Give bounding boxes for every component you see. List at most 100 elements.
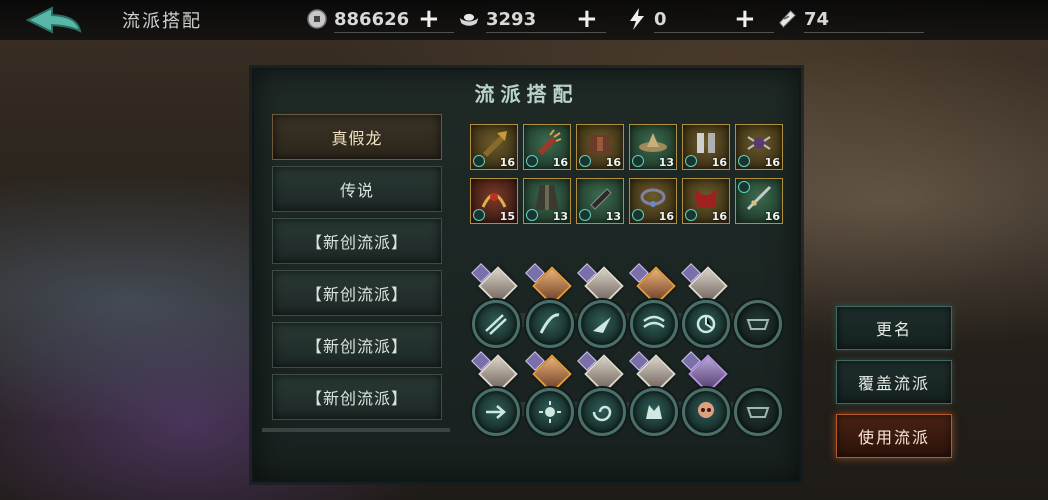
item-level: 16 [499, 156, 515, 169]
cloak-icon [535, 185, 559, 210]
socket-icon [685, 155, 697, 167]
energy-value: 0 [654, 8, 667, 30]
add-coin-button[interactable]: + [418, 4, 440, 34]
equipment-slot[interactable]: 16 [682, 178, 730, 224]
preset-list-scrollbar[interactable] [262, 428, 450, 432]
burst-skill-icon [539, 401, 561, 423]
equipment-slot[interactable]: 16 [576, 124, 624, 170]
socket-icon [738, 155, 750, 167]
leaf-strike-skill-icon [593, 317, 611, 333]
item-level: 13 [552, 210, 568, 223]
equipment-slot[interactable]: 16 [523, 124, 571, 170]
ticket-counter: 74 [776, 5, 924, 33]
skill-slot[interactable] [578, 388, 626, 436]
divider [654, 32, 774, 33]
item-level: 15 [499, 210, 515, 223]
equipment-slot[interactable]: 16 [470, 124, 518, 170]
skill-slot[interactable] [578, 300, 626, 348]
equipment-slot[interactable]: 16 [735, 124, 783, 170]
claw-glove-icon [538, 129, 562, 155]
energy-counter: 0 [626, 5, 774, 33]
item-level: 13 [605, 210, 621, 223]
socket-icon [579, 155, 591, 167]
item-level: 13 [658, 156, 674, 169]
dragon-claw-icon [481, 193, 507, 208]
mask-icon [746, 407, 770, 418]
back-arrow-icon [25, 6, 82, 34]
greaves-icon [697, 133, 715, 153]
skill-slot[interactable] [472, 388, 520, 436]
equipment-slot[interactable]: 16 [735, 178, 783, 224]
item-level: 16 [711, 210, 727, 223]
add-ingot-button[interactable]: + [576, 4, 598, 34]
spiral-skill-icon [592, 405, 612, 422]
divider [804, 32, 924, 33]
back-button[interactable] [22, 4, 88, 36]
coin-icon [306, 8, 328, 30]
socket-icon [632, 209, 644, 221]
page-title: 流派搭配 [122, 11, 202, 32]
coin-value: 886626 [334, 8, 410, 30]
preset-slot-1[interactable]: 真假龙 [272, 114, 442, 160]
lightning-icon [626, 8, 648, 30]
socket-icon [579, 209, 591, 221]
panel-title: 流派搭配 [474, 82, 579, 106]
arrow-skill-icon [486, 405, 506, 419]
necklace-icon [640, 188, 666, 207]
item-level: 16 [764, 156, 780, 169]
socket-icon [632, 155, 644, 167]
red-sash-icon [695, 189, 717, 207]
use-loadout-button[interactable]: 使用流派 [836, 414, 952, 458]
skill-slot[interactable] [682, 388, 730, 436]
skill-slot[interactable] [526, 300, 574, 348]
ultimate-skill-slot[interactable] [734, 300, 782, 348]
equipment-slot[interactable]: 13 [629, 124, 677, 170]
item-level: 16 [764, 210, 780, 223]
preset-slot-6[interactable]: 【新创流派】 [272, 374, 442, 420]
preset-slot-4[interactable]: 【新创流派】 [272, 270, 442, 316]
spider-charm-icon [747, 136, 771, 150]
add-energy-button[interactable]: + [734, 4, 756, 34]
skull-skill-icon [698, 402, 714, 418]
item-level: 16 [552, 156, 568, 169]
socket-icon [738, 181, 750, 193]
socket-icon [685, 209, 697, 221]
equipment-slot[interactable]: 16 [682, 124, 730, 170]
beast-skill-icon [646, 405, 662, 419]
claw-swipe-skill-icon [485, 314, 507, 335]
gauntlet-icon [483, 131, 507, 157]
preset-slot-5[interactable]: 【新创流派】 [272, 322, 442, 368]
rename-button[interactable]: 更名 [836, 306, 952, 350]
bracer-icon [590, 188, 612, 210]
item-level: 16 [711, 156, 727, 169]
armor-icon [589, 135, 611, 153]
item-level: 16 [605, 156, 621, 169]
silver-ingot-icon [458, 8, 480, 30]
preset-slot-2[interactable]: 传说 [272, 166, 442, 212]
item-level: 16 [658, 210, 674, 223]
ingot-counter: 3293 [458, 5, 606, 33]
ticket-icon [776, 8, 798, 30]
slash-skill-icon [539, 313, 560, 334]
skill-slot[interactable] [472, 300, 520, 348]
overwrite-loadout-button[interactable]: 覆盖流派 [836, 360, 952, 404]
socket-icon [526, 209, 538, 221]
mask-icon [746, 319, 770, 330]
skill-slot[interactable] [682, 300, 730, 348]
hat-icon [639, 133, 667, 152]
equipment-slot[interactable]: 16 [629, 178, 677, 224]
socket-icon [526, 155, 538, 167]
equipment-slot[interactable]: 15 [470, 178, 518, 224]
skill-slot[interactable] [630, 388, 678, 436]
equipment-slot[interactable]: 13 [523, 178, 571, 224]
equipment-slot[interactable]: 13 [576, 178, 624, 224]
preset-slot-3[interactable]: 【新创流派】 [272, 218, 442, 264]
socket-icon [473, 209, 485, 221]
top-bar: 流派搭配 886626 + 3293 + 0 + 74 [0, 0, 1048, 40]
wind-skill-icon [643, 315, 665, 329]
skill-slot[interactable] [526, 388, 574, 436]
skill-slot[interactable] [630, 300, 678, 348]
socket-icon [473, 155, 485, 167]
ingot-value: 3293 [486, 8, 537, 30]
ultimate-skill-slot[interactable] [734, 388, 782, 436]
